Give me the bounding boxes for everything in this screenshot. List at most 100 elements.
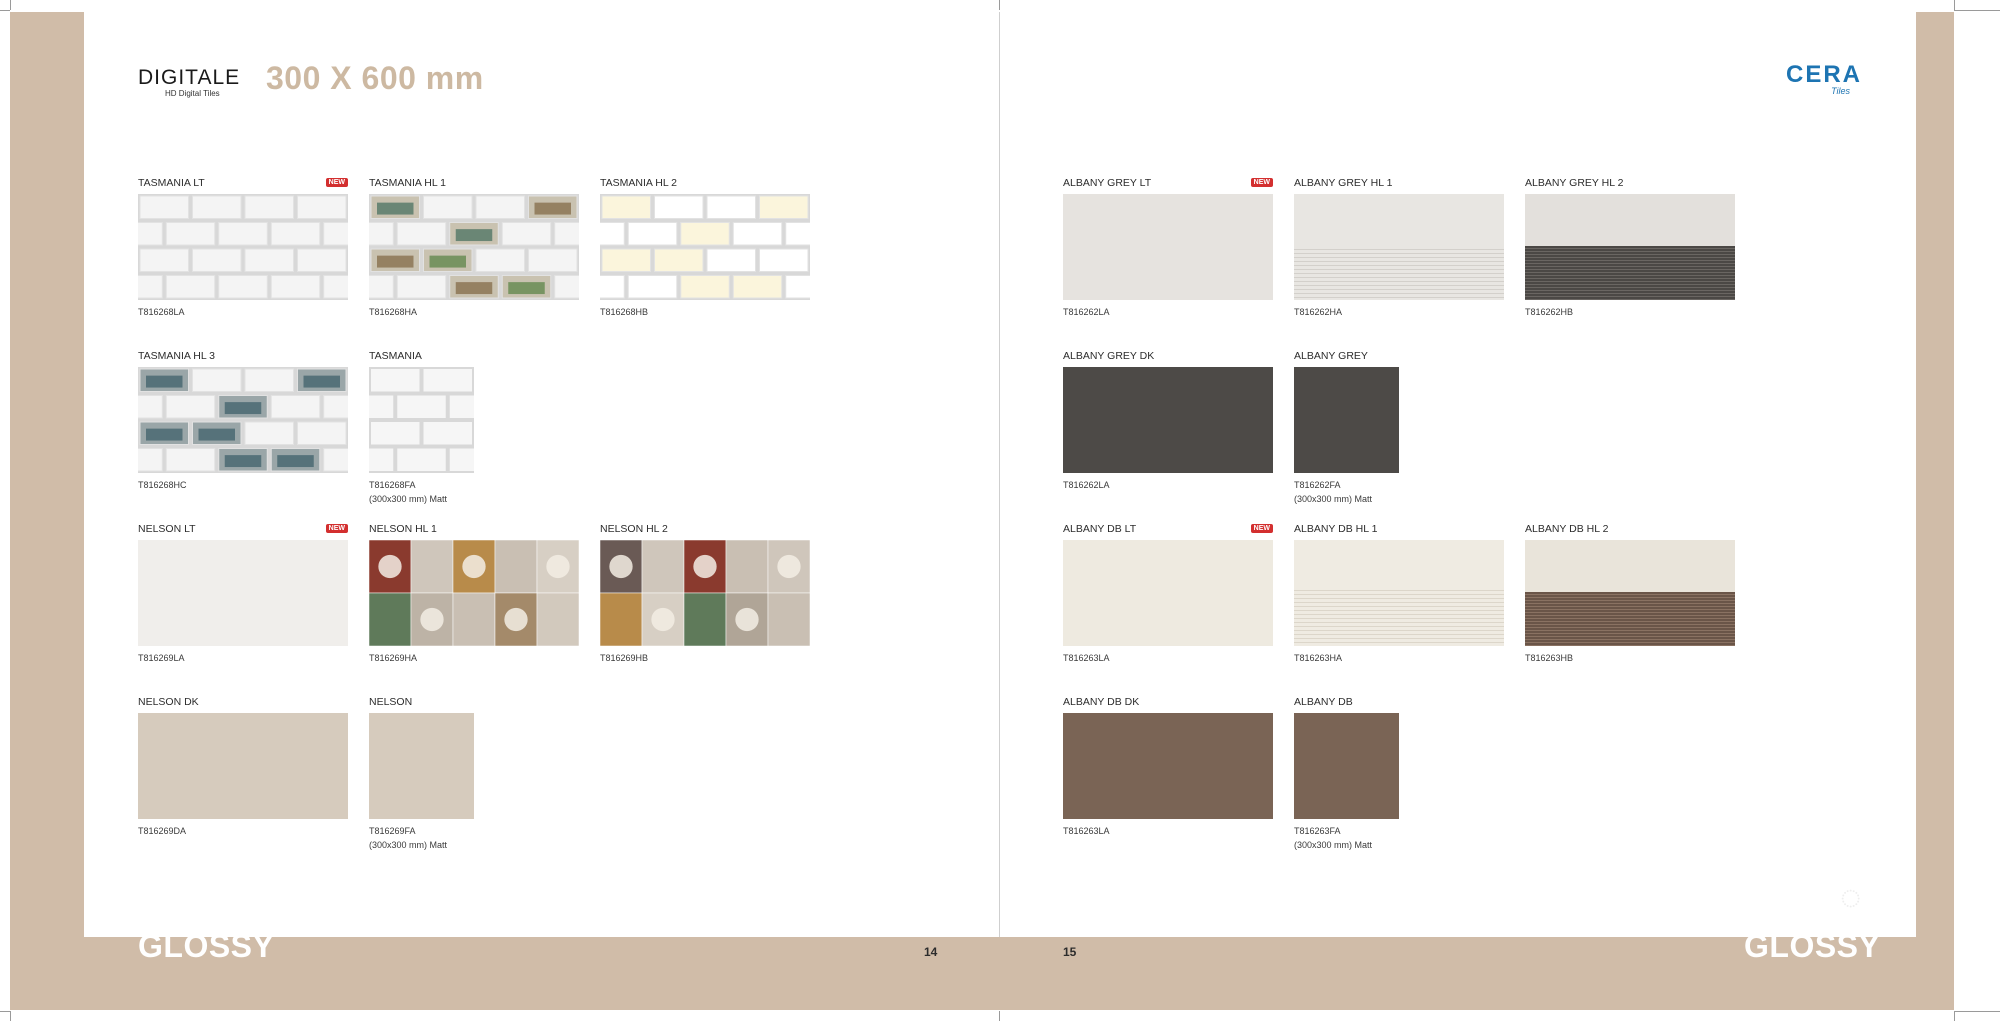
tile-name: ALBANY DB DK (1063, 696, 1140, 708)
bottom-band (10, 937, 1954, 1010)
tile-code: T816269DA (138, 826, 187, 836)
tile-code: T816262LA (1063, 480, 1110, 490)
page-number-right: 15 (1063, 945, 1077, 959)
tile-code: T816269LA (138, 653, 185, 663)
finish-label-left: GLOSSY (138, 928, 275, 964)
tile-card[interactable]: ALBANY DB HL 1 T816263HA (1294, 523, 1504, 683)
crop-mark (1954, 10, 2000, 11)
tile-card[interactable]: NELSON HL 1 T816269HA (369, 523, 579, 683)
tile-swatch (1525, 194, 1735, 300)
crop-mark (999, 1011, 1000, 1021)
tile-swatch (1294, 367, 1399, 473)
tile-card[interactable]: ALBANY GREY DK T816262LA (1063, 350, 1273, 510)
new-badge: NEW (325, 178, 348, 187)
tile-swatch (138, 540, 348, 646)
tile-note: (300x300 mm) Matt (1294, 840, 1373, 850)
tile-swatch (138, 713, 348, 819)
tile-code: T816262LA (1063, 307, 1110, 317)
tile-swatch (1294, 713, 1399, 819)
tile-name: TASMANIA HL 2 (600, 177, 678, 189)
tile-name: NELSON DK (138, 696, 199, 708)
tile-card[interactable]: ALBANY GREY T816262FA (300x300 mm) Matt (1294, 350, 1504, 510)
tile-code: T816263HB (1525, 653, 1574, 663)
tile-card[interactable]: NELSON LT NEW T816269LA (138, 523, 348, 683)
tile-card[interactable]: TASMANIA LT NEW T816268LA (138, 177, 348, 337)
tile-swatch (1294, 194, 1504, 300)
tile-card[interactable]: TASMANIA T816268FA (300x300 mm) Matt (369, 350, 579, 510)
tile-card[interactable]: ALBANY GREY LT NEW T816262LA (1063, 177, 1273, 337)
tile-card[interactable]: NELSON DK T816269DA (138, 696, 348, 856)
brand-subtitle: HD Digital Tiles (165, 89, 220, 98)
tile-code: T816268HC (138, 480, 187, 490)
tile-code: T816262FA (1294, 480, 1341, 490)
tile-card[interactable]: TASMANIA HL 1 T816268HA (369, 177, 579, 337)
new-badge: NEW (325, 524, 348, 533)
tile-card[interactable]: ALBANY DB DK T816263LA (1063, 696, 1273, 856)
tile-card[interactable]: ALBANY DB HL 2 T816263HB (1525, 523, 1735, 683)
tile-swatch (369, 367, 474, 473)
tile-code: T816262HB (1525, 307, 1574, 317)
tile-name: NELSON (369, 696, 413, 708)
new-badge: NEW (1250, 178, 1273, 187)
page-spine (999, 12, 1000, 937)
tile-swatch (1525, 540, 1735, 646)
page-number-left: 14 (924, 945, 938, 959)
brand-name: DIGITALE (138, 66, 241, 89)
tile-name: ALBANY GREY LT (1063, 177, 1152, 189)
tile-code: T816268HB (600, 307, 649, 317)
tile-card[interactable]: ALBANY DB T816263FA (300x300 mm) Matt (1294, 696, 1504, 856)
tile-name: TASMANIA LT (138, 177, 205, 189)
crop-mark (1954, 0, 1955, 10)
tile-name: ALBANY GREY (1294, 350, 1368, 362)
tile-swatch (1063, 367, 1273, 473)
tile-card[interactable]: NELSON T816269FA (300x300 mm) Matt (369, 696, 579, 856)
tile-name: TASMANIA HL 1 (369, 177, 447, 189)
tile-card[interactable]: TASMANIA HL 2 T816268HB (600, 177, 810, 337)
tile-note: (300x300 mm) Matt (369, 494, 448, 504)
crop-mark (0, 1011, 10, 1012)
tile-note: (300x300 mm) Matt (1294, 494, 1373, 504)
tile-swatch (600, 540, 810, 646)
tile-code: T816268LA (138, 307, 185, 317)
tile-card[interactable]: NELSON HL 2 T816269HB (600, 523, 810, 683)
cera-name: CERA (1785, 61, 1862, 88)
tile-name: TASMANIA HL 3 (138, 350, 216, 362)
crop-mark (1954, 1011, 1955, 1021)
tile-name: NELSON HL 1 (369, 523, 437, 535)
crop-mark (10, 0, 11, 10)
tile-card[interactable]: ALBANY GREY HL 2 T816262HB (1525, 177, 1735, 337)
tile-code: T816263LA (1063, 826, 1110, 836)
crop-mark (999, 0, 1000, 10)
new-badge: NEW (1250, 524, 1273, 533)
right-margin (1916, 12, 1954, 1010)
crop-mark (1954, 1011, 2000, 1012)
tile-code: T816263HA (1294, 653, 1343, 663)
tile-name: ALBANY GREY HL 2 (1525, 177, 1624, 189)
tile-code: T816268FA (369, 480, 416, 490)
tile-swatch (1294, 540, 1504, 646)
tile-swatch (1063, 713, 1273, 819)
jd-watermark-icon: ◌ (1840, 876, 1862, 917)
tile-code: T816269HB (600, 653, 649, 663)
tile-code: T816268HA (369, 307, 418, 317)
tile-name: ALBANY DB HL 1 (1294, 523, 1378, 535)
tile-card[interactable]: ALBANY GREY HL 1 T816262HA (1294, 177, 1504, 337)
tile-swatch (369, 713, 474, 819)
tile-name: NELSON LT (138, 523, 196, 535)
tile-swatch (138, 194, 348, 300)
tile-swatch (1063, 194, 1273, 300)
tile-code: T816263FA (1294, 826, 1341, 836)
tile-code: T816269HA (369, 653, 418, 663)
tile-name: ALBANY DB (1294, 696, 1353, 708)
finish-label-right: GLOSSY (1744, 928, 1881, 964)
crop-mark (0, 10, 10, 11)
tile-swatch (1063, 540, 1273, 646)
tile-name: TASMANIA (369, 350, 422, 362)
tile-card[interactable]: TASMANIA HL 3 T816268HC (138, 350, 348, 510)
tile-name: ALBANY GREY HL 1 (1294, 177, 1393, 189)
tile-name: NELSON HL 2 (600, 523, 668, 535)
tile-code: T816269FA (369, 826, 416, 836)
digitale-logo: DIGITALE HD Digital Tiles (138, 66, 241, 98)
crop-mark (10, 1011, 11, 1021)
tile-card[interactable]: ALBANY DB LT NEW T816263LA (1063, 523, 1273, 683)
